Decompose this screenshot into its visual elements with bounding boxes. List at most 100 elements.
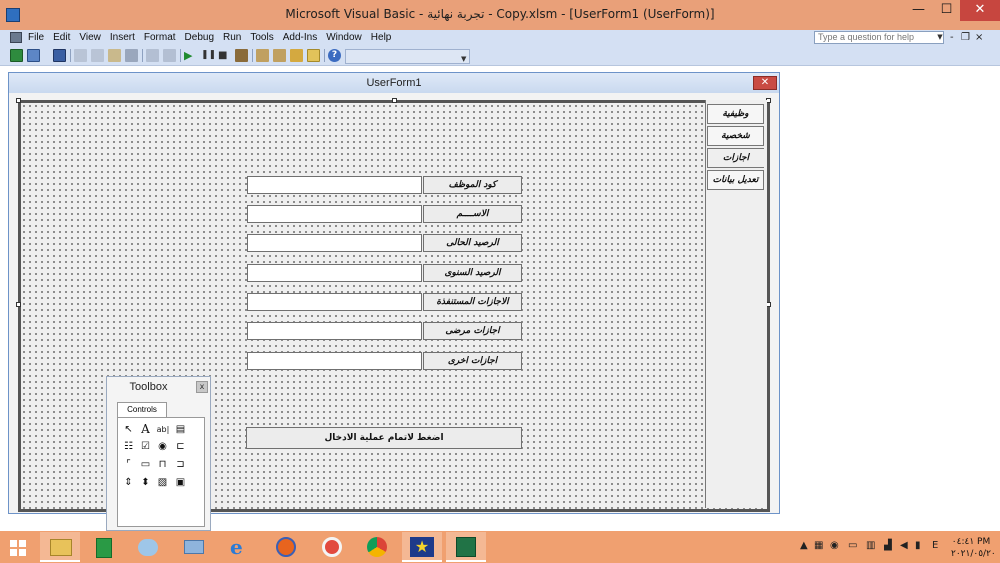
- designer-close-button[interactable]: ✕: [753, 76, 777, 90]
- child-restore-button[interactable]: ❐: [961, 30, 970, 46]
- annual-balance-input[interactable]: [247, 264, 422, 282]
- textbox-tool-icon[interactable]: ab|: [155, 423, 171, 436]
- menu-run[interactable]: Run: [223, 31, 241, 45]
- sick-leave-label: اجازات مرضى: [423, 322, 522, 340]
- cut-icon[interactable]: [74, 49, 87, 62]
- submit-entry-button[interactable]: اضغط لاتمام عملية الادخال: [246, 427, 522, 449]
- project-explorer-icon[interactable]: [256, 49, 269, 62]
- chrome-icon[interactable]: [357, 532, 397, 562]
- commandbutton-tool-icon[interactable]: ▭: [139, 458, 152, 471]
- clock-time: ٠٤:٤١ PM: [951, 537, 991, 547]
- language-indicator[interactable]: E: [932, 540, 938, 551]
- break-icon[interactable]: ❚❚: [201, 49, 216, 62]
- tablet-icon[interactable]: [174, 532, 214, 562]
- resize-handle[interactable]: [16, 302, 21, 307]
- name-input[interactable]: [247, 205, 422, 223]
- taskbar-clock[interactable]: ٠٤:٤١ PM ٢٠٢١/٠٥/٢٠: [951, 536, 996, 560]
- firefox-icon[interactable]: [266, 532, 306, 562]
- listbox-tool-icon[interactable]: ☷: [122, 440, 135, 453]
- toolbox-icon[interactable]: [307, 49, 320, 62]
- menu-help[interactable]: Help: [371, 31, 392, 45]
- opera-icon[interactable]: [312, 532, 352, 562]
- tabstrip-tool-icon[interactable]: ⊓: [156, 458, 169, 471]
- sick-leave-input[interactable]: [247, 322, 422, 340]
- togglebutton-tool-icon[interactable]: ⊏: [174, 440, 187, 453]
- menu-view[interactable]: View: [79, 31, 101, 45]
- employee-code-input[interactable]: [247, 176, 422, 194]
- child-minimize-button[interactable]: -: [950, 30, 954, 46]
- excel-taskbar-icon[interactable]: [446, 532, 486, 562]
- toolbox-tab-controls[interactable]: Controls: [117, 402, 167, 417]
- signal-icon[interactable]: ▟: [884, 540, 892, 551]
- combobox-tool-icon[interactable]: ▤: [174, 423, 187, 436]
- find-icon[interactable]: [125, 49, 138, 62]
- tab-personal[interactable]: شخصية: [707, 126, 764, 146]
- reset-icon[interactable]: ■: [218, 49, 231, 62]
- checkbox-tool-icon[interactable]: ☑: [139, 440, 152, 453]
- other-leave-input[interactable]: [247, 352, 422, 370]
- paste-icon[interactable]: [108, 49, 121, 62]
- network-icon[interactable]: ▥: [866, 540, 875, 551]
- maximize-button[interactable]: ☐: [933, 0, 960, 21]
- menu-debug[interactable]: Debug: [185, 31, 214, 45]
- frame-tool-icon[interactable]: ⌜: [122, 458, 135, 471]
- menu-edit[interactable]: Edit: [53, 31, 70, 45]
- refedit-tool-icon[interactable]: ▣: [174, 476, 187, 489]
- help-icon[interactable]: ?: [328, 49, 341, 62]
- copy-icon[interactable]: [91, 49, 104, 62]
- scrollbar-tool-icon[interactable]: ⇕: [122, 476, 135, 489]
- save-icon[interactable]: [53, 49, 66, 62]
- image-tool-icon[interactable]: ▧: [156, 476, 169, 489]
- design-mode-icon[interactable]: [235, 49, 248, 62]
- menu-window[interactable]: Window: [326, 31, 362, 45]
- toolbox-close-button[interactable]: x: [196, 381, 208, 393]
- label-tool-icon[interactable]: A: [139, 423, 152, 436]
- properties-icon[interactable]: [273, 49, 286, 62]
- close-button[interactable]: ✕: [960, 0, 1000, 21]
- file-explorer-icon[interactable]: [40, 532, 80, 562]
- minimize-button[interactable]: —: [905, 0, 932, 21]
- battery-icon[interactable]: ▮: [915, 540, 921, 551]
- calculator-icon[interactable]: [84, 532, 124, 562]
- help-dropdown-icon[interactable]: ▼: [936, 31, 944, 44]
- menu-add-ins[interactable]: Add-Ins: [283, 31, 317, 45]
- show-hidden-icons-icon[interactable]: ▲: [800, 540, 808, 551]
- tab-vacations[interactable]: اجازات: [707, 148, 764, 168]
- child-close-button[interactable]: ×: [975, 30, 983, 46]
- menu-file[interactable]: File: [28, 31, 44, 45]
- multipage-tool-icon[interactable]: ⊐: [174, 458, 187, 471]
- tab-job[interactable]: وظيفية: [707, 104, 764, 124]
- menu-format[interactable]: Format: [144, 31, 176, 45]
- tray-app-icon[interactable]: ▦: [814, 540, 823, 551]
- system-menu-icon[interactable]: [10, 32, 22, 43]
- menu-tools[interactable]: Tools: [250, 31, 273, 45]
- spinbutton-tool-icon[interactable]: ⬍: [139, 476, 152, 489]
- paint-icon[interactable]: [128, 532, 168, 562]
- action-center-icon[interactable]: ▭: [848, 540, 857, 551]
- tray-app-icon-2[interactable]: ◉: [830, 540, 839, 551]
- resize-handle[interactable]: [16, 98, 21, 103]
- toolbox-title-bar[interactable]: Toolbox x: [107, 377, 210, 397]
- insert-userform-icon[interactable]: [27, 49, 40, 62]
- tab-edit-data[interactable]: تعديل بيانات: [707, 170, 764, 190]
- windows-start-icon[interactable]: [10, 540, 26, 556]
- select-objects-icon[interactable]: ↖: [122, 423, 135, 436]
- internet-explorer-icon[interactable]: e: [220, 532, 260, 562]
- undo-icon[interactable]: [146, 49, 159, 62]
- name-label: الاســــم: [423, 205, 522, 223]
- optionbutton-tool-icon[interactable]: ◉: [156, 440, 169, 453]
- current-balance-input[interactable]: [247, 234, 422, 252]
- run-icon[interactable]: ▶: [184, 49, 197, 62]
- toolbar-options-icon[interactable]: ▼: [461, 55, 466, 63]
- help-search-input[interactable]: Type a question for help: [814, 31, 944, 44]
- menu-insert[interactable]: Insert: [110, 31, 135, 45]
- excel-icon[interactable]: [10, 49, 23, 62]
- redo-icon[interactable]: [163, 49, 176, 62]
- star-app-icon[interactable]: ★: [402, 532, 442, 562]
- used-vacations-input[interactable]: [247, 293, 422, 311]
- resize-handle[interactable]: [392, 98, 397, 103]
- object-browser-icon[interactable]: [290, 49, 303, 62]
- volume-icon[interactable]: ◀: [900, 540, 908, 551]
- toolbox-window: Toolbox x Controls ↖ A ab| ▤ ☷ ☑ ◉ ⊏ ⌜ ▭…: [106, 376, 211, 531]
- current-balance-label: الرصيد الحالى: [423, 234, 522, 252]
